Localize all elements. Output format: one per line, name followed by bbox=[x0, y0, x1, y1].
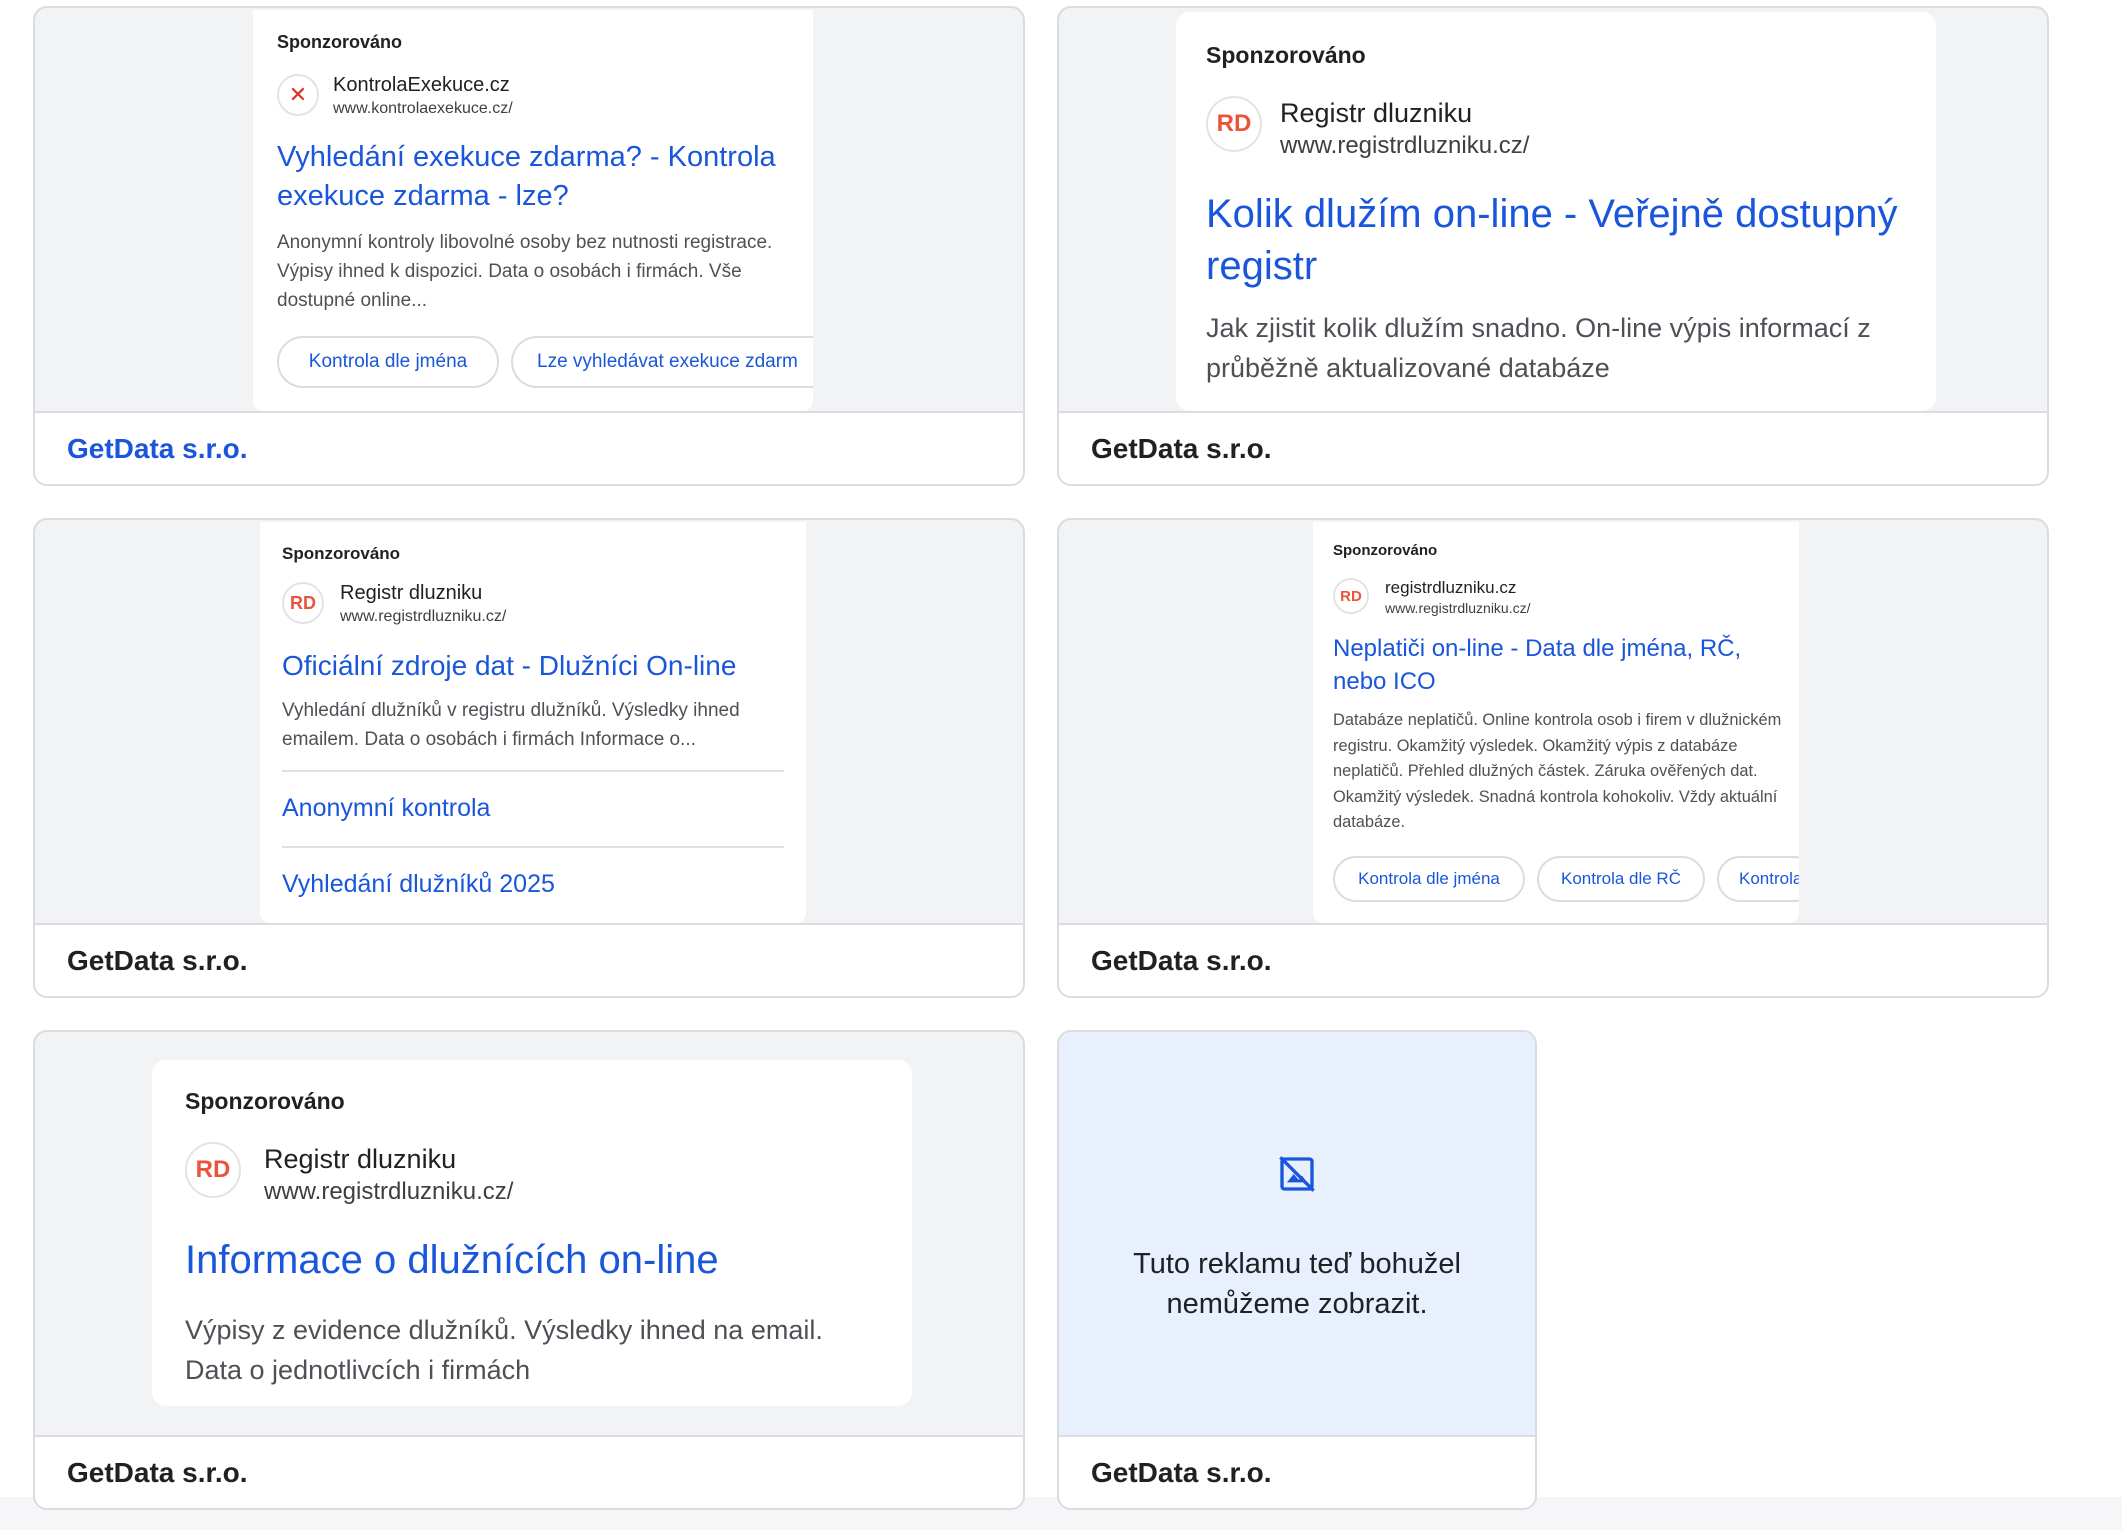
advertiser-name: GetData s.r.o. bbox=[1091, 433, 1272, 464]
unavailable-line-2: nemůžeme zobrazit. bbox=[1166, 1288, 1428, 1320]
ad-headline[interactable]: Kolik dlužím on-line - Veřejně dostupný … bbox=[1206, 188, 1926, 292]
ad-preview[interactable]: Sponzorováno RD Registr dluzniku www.reg… bbox=[152, 1060, 912, 1406]
site-name: Registr dluzniku bbox=[340, 582, 483, 604]
ad-description: Databáze neplatičů. Online kontrola osob… bbox=[1333, 711, 1782, 831]
site-url: www.registrdluzniku.cz/ bbox=[1385, 600, 1531, 616]
sponsored-label: Sponzorováno bbox=[1333, 542, 1438, 559]
site-url: www.registrdluzniku.cz/ bbox=[1280, 132, 1530, 159]
ad-card-3[interactable]: Sponzorováno RD Registr dluzniku www.reg… bbox=[33, 518, 1025, 998]
sponsored-label: Sponzorováno bbox=[282, 544, 401, 563]
ad-headline[interactable]: Vyhledání exekuce zdarma? - Kontrola exe… bbox=[277, 138, 797, 216]
card-footer: GetData s.r.o. bbox=[1059, 411, 2047, 484]
ad-card-5[interactable]: Sponzorováno RD Registr dluzniku www.reg… bbox=[33, 1030, 1025, 1510]
ad-card-4[interactable]: Sponzorováno RD registrdluzniku.cz www.r… bbox=[1057, 518, 2049, 998]
rd-logo-icon: RD bbox=[1206, 96, 1262, 152]
sitelink-divider bbox=[282, 846, 784, 848]
card-footer: GetData s.r.o. bbox=[35, 411, 1023, 484]
advertiser-link[interactable]: GetData s.r.o. bbox=[67, 433, 248, 465]
sitelink-anonymous-check[interactable]: Anonymní kontrola bbox=[282, 794, 490, 823]
site-name: KontrolaExekuce.cz bbox=[333, 74, 510, 96]
advertiser-name: GetData s.r.o. bbox=[1091, 945, 1272, 976]
ad-preview[interactable]: Sponzorováno RD registrdluzniku.cz www.r… bbox=[1313, 522, 1799, 923]
sitelink-debtor-search[interactable]: Vyhledání dlužníků 2025 bbox=[282, 870, 555, 899]
advertiser-name: GetData s.r.o. bbox=[1091, 1457, 1272, 1488]
card-footer: GetData s.r.o. bbox=[35, 1435, 1023, 1508]
sponsored-label: Sponzorováno bbox=[277, 32, 402, 52]
sponsored-label: Sponzorováno bbox=[1206, 42, 1366, 68]
ad-preview[interactable]: Sponzorováno RD Registr dluzniku www.reg… bbox=[1176, 12, 1936, 411]
sponsored-label: Sponzorováno bbox=[185, 1088, 345, 1114]
ad-card-2[interactable]: Sponzorováno RD Registr dluzniku www.reg… bbox=[1057, 6, 2049, 486]
ad-description: Vyhledání dlužníků v registru dlužníků. … bbox=[282, 700, 740, 750]
image-unavailable-icon bbox=[1279, 1156, 1315, 1192]
card-footer: GetData s.r.o. bbox=[35, 923, 1023, 996]
ad-preview[interactable]: Sponzorováno RD Registr dluzniku www.reg… bbox=[260, 522, 806, 923]
site-url: www.registrdluzniku.cz/ bbox=[264, 1178, 514, 1205]
ad-description: Výpisy z evidence dlužníků. Výsledky ihn… bbox=[185, 1315, 823, 1385]
unavailable-line-1: Tuto reklamu teď bohužel bbox=[1133, 1248, 1461, 1280]
close-x-icon: ✕ bbox=[277, 74, 319, 116]
site-name: Registr dluzniku bbox=[264, 1144, 457, 1174]
sitelink-chip[interactable]: Kontrola bbox=[1717, 856, 1799, 902]
rd-logo-icon: RD bbox=[1333, 578, 1369, 614]
sitelink-chip[interactable]: Kontrola dle jména bbox=[1333, 856, 1525, 902]
unavailable-message: Tuto reklamu teď bohužel nemůžeme zobraz… bbox=[1059, 1244, 1535, 1324]
site-name: Registr dluzniku bbox=[1280, 98, 1473, 128]
advertiser-name: GetData s.r.o. bbox=[67, 1457, 248, 1488]
ad-headline[interactable]: Oficiální zdroje dat - Dlužníci On-line bbox=[282, 648, 792, 684]
ad-description: Anonymní kontroly libovolné osoby bez nu… bbox=[277, 232, 773, 311]
site-url: www.registrdluzniku.cz/ bbox=[340, 608, 507, 625]
card-footer: GetData s.r.o. bbox=[1059, 923, 2047, 996]
sitelink-chip[interactable]: Kontrola dle RČ bbox=[1537, 856, 1705, 902]
ad-preview[interactable]: Sponzorováno ✕ KontrolaExekuce.cz www.ko… bbox=[253, 10, 813, 411]
site-url: www.kontrolaexekuce.cz/ bbox=[333, 100, 513, 117]
ad-headline[interactable]: Informace o dlužnících on-line bbox=[185, 1234, 885, 1286]
rd-logo-icon: RD bbox=[185, 1142, 241, 1198]
rd-logo-icon: RD bbox=[282, 582, 324, 624]
ad-card-unavailable[interactable]: Tuto reklamu teď bohužel nemůžeme zobraz… bbox=[1057, 1030, 1537, 1510]
card-footer: GetData s.r.o. bbox=[1059, 1435, 1535, 1508]
advertiser-name: GetData s.r.o. bbox=[67, 945, 248, 976]
ad-headline[interactable]: Neplatiči on-line - Data dle jména, RČ, … bbox=[1333, 632, 1783, 698]
sitelink-divider bbox=[282, 770, 784, 772]
ad-description: Jak zjistit kolik dlužím snadno. On-line… bbox=[1206, 313, 1871, 383]
ad-card-1[interactable]: Sponzorováno ✕ KontrolaExekuce.cz www.ko… bbox=[33, 6, 1025, 486]
sitelink-chip[interactable]: Kontrola dle jména bbox=[277, 336, 499, 388]
site-name: registrdluzniku.cz bbox=[1385, 578, 1517, 597]
ad-unavailable-panel: Tuto reklamu teď bohužel nemůžeme zobraz… bbox=[1059, 1032, 1535, 1435]
sitelink-chip[interactable]: Lze vyhledávat exekuce zdarm bbox=[511, 336, 813, 388]
